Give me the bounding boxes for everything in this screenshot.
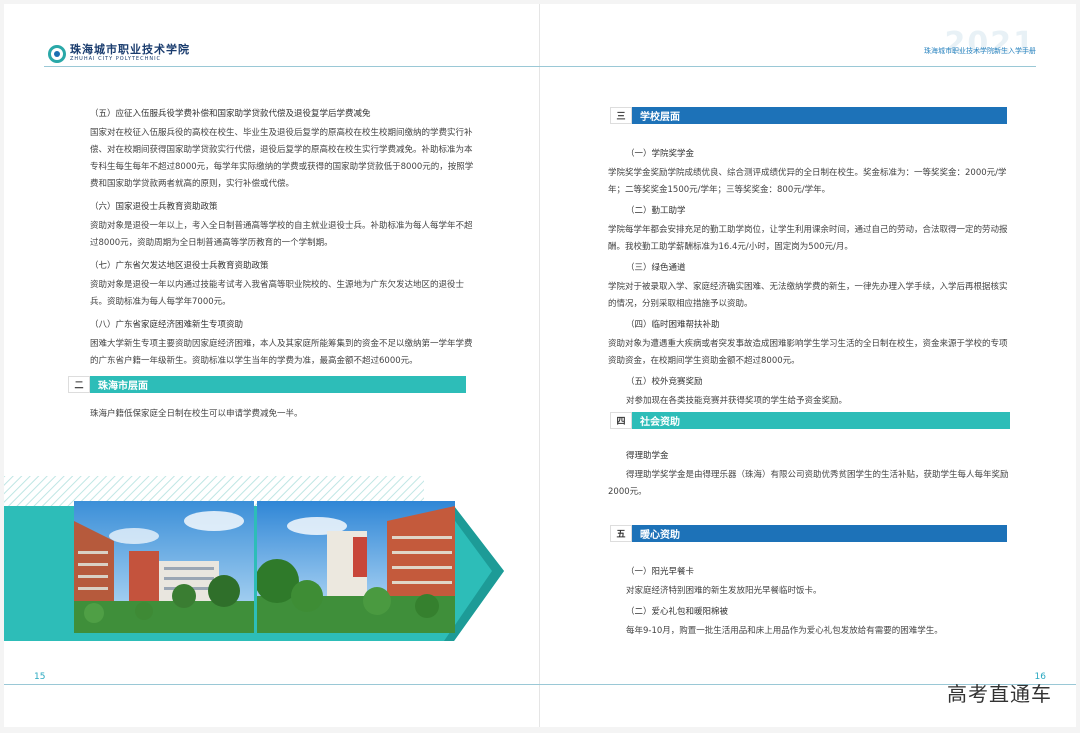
- campus-photo-1: [74, 501, 254, 633]
- watermark-text: 高考直通车: [947, 682, 1052, 706]
- left-page: 珠海城市职业技术学院 ZHUHAI CITY POLYTECHNIC （五）应征…: [4, 4, 540, 727]
- section-number: 五: [610, 525, 632, 542]
- handbook-title: 珠海城市职业技术学院新生入学手册: [924, 47, 1036, 55]
- campus-photo-2: [257, 501, 455, 633]
- section-heading-2: 二 珠海市层面: [68, 376, 466, 393]
- school-name-en: ZHUHAI CITY POLYTECHNIC: [70, 56, 162, 62]
- section-heading-4: 四 社会资助: [610, 412, 1010, 429]
- school-name-cn: 珠海城市职业技术学院: [70, 43, 190, 56]
- item-text: 资助对象为遭遇重大疾病或者突发事故造成困难影响学生学习生活的全日制在校生，资金来…: [608, 339, 1008, 366]
- section-5-items: （一）阳光早餐卡 对家庭经济特别困难的新生发放阳光早餐临时饭卡。 （二）爱心礼包…: [608, 560, 1010, 640]
- item-title: （一）学院奖学金: [626, 149, 695, 159]
- item-title: （八）广东省家庭经济困难新生专项资助: [90, 320, 244, 330]
- item-text: 国家对在校征入伍服兵役的高校在校生、毕业生及退役后复学的原高校在校生校期间缴纳的…: [90, 128, 474, 189]
- page-number: 15: [34, 672, 46, 682]
- right-page: 2021 珠海城市职业技术学院新生入学手册 三 学校层面 （一）学院奖学金 学院…: [540, 4, 1076, 727]
- section-title: 学校层面: [632, 107, 1007, 124]
- section-heading-3: 三 学校层面: [610, 107, 1007, 124]
- item-title: （一）阳光早餐卡: [626, 567, 695, 577]
- item-title: （五）应征入伍服兵役学费补偿和国家助学贷款代偿及退役复学后学费减免: [90, 109, 371, 119]
- section-3-items: （一）学院奖学金 学院奖学金奖励学院成绩优良、综合测评成绩优异的全日制在校生。奖…: [608, 142, 1010, 410]
- left-items: （五）应征入伍服兵役学费补偿和国家助学贷款代偿及退役复学后学费减免 国家对在校征…: [90, 102, 474, 370]
- header-divider: [44, 66, 540, 67]
- item-title: （二）勤工助学: [626, 206, 686, 216]
- section-title: 暖心资助: [632, 525, 1007, 542]
- school-logo: 珠海城市职业技术学院 ZHUHAI CITY POLYTECHNIC: [48, 44, 190, 63]
- section-title: 社会资助: [632, 412, 1010, 429]
- item-text: 对家庭经济特别困难的新生发放阳光早餐临时饭卡。: [626, 586, 822, 596]
- section-number: 三: [610, 107, 632, 124]
- footer-divider: [4, 684, 540, 685]
- item-title: （五）校外竞赛奖励: [626, 377, 703, 387]
- section-4-items: 得理助学金 得理助学奖学金是由得理乐器（珠海）有限公司资助优秀贫困学生的生活补贴…: [608, 444, 1010, 501]
- item-text: 对参加现在各类技能竞赛并获得奖项的学生给予资金奖励。: [626, 396, 848, 406]
- section-number: 二: [68, 376, 90, 393]
- item-title: （七）广东省欠发达地区退役士兵教育资助政策: [90, 261, 269, 271]
- item-text: 困难大学新生专项主要资助因家庭经济困难，本人及其家庭所能筹集到的资金不足以缴纳第…: [90, 339, 473, 366]
- header-divider: [540, 66, 1036, 67]
- item-title: （四）临时困难帮扶补助: [626, 320, 720, 330]
- item-text: 资助对象是退役一年以内通过技能考试考入我省高等职业院校的、生源地为广东欠发达地区…: [90, 280, 465, 307]
- item-text: 学院奖学金奖励学院成绩优良、综合测评成绩优异的全日制在校生。奖金标准为：一等奖奖…: [608, 168, 1007, 195]
- item-text: 学院对于被录取入学、家庭经济确实困难、无法缴纳学费的新生，一律先办理入学手续，入…: [608, 282, 1008, 309]
- item-text: 资助对象是退役一年以上，考入全日制普通高等学校的自主就业退役士兵。补助标准为每人…: [90, 221, 473, 248]
- item-title: 得理助学金: [626, 451, 669, 461]
- section-title: 珠海市层面: [90, 376, 466, 393]
- item-title: （三）绿色通道: [626, 263, 686, 273]
- section-heading-5: 五 暖心资助: [610, 525, 1007, 542]
- item-text: 学院每学年都会安排充足的勤工助学岗位，让学生利用课余时间，通过自己的劳动，合法取…: [608, 225, 1008, 252]
- section-number: 四: [610, 412, 632, 429]
- item-text: 每年9-10月，购置一批生活用品和床上用品作为爱心礼包发放给有需要的困难学生。: [626, 626, 943, 636]
- item-title: （六）国家退役士兵教育资助政策: [90, 202, 218, 212]
- item-title: （二）爱心礼包和暖阳棉被: [626, 607, 729, 617]
- school-emblem-icon: [48, 44, 66, 63]
- section-2-text: 珠海户籍低保家庭全日制在校生可以申请学费减免一半。: [90, 409, 303, 419]
- item-text: 得理助学奖学金是由得理乐器（珠海）有限公司资助优秀贫困学生的生活补贴，获助学生每…: [608, 470, 1009, 497]
